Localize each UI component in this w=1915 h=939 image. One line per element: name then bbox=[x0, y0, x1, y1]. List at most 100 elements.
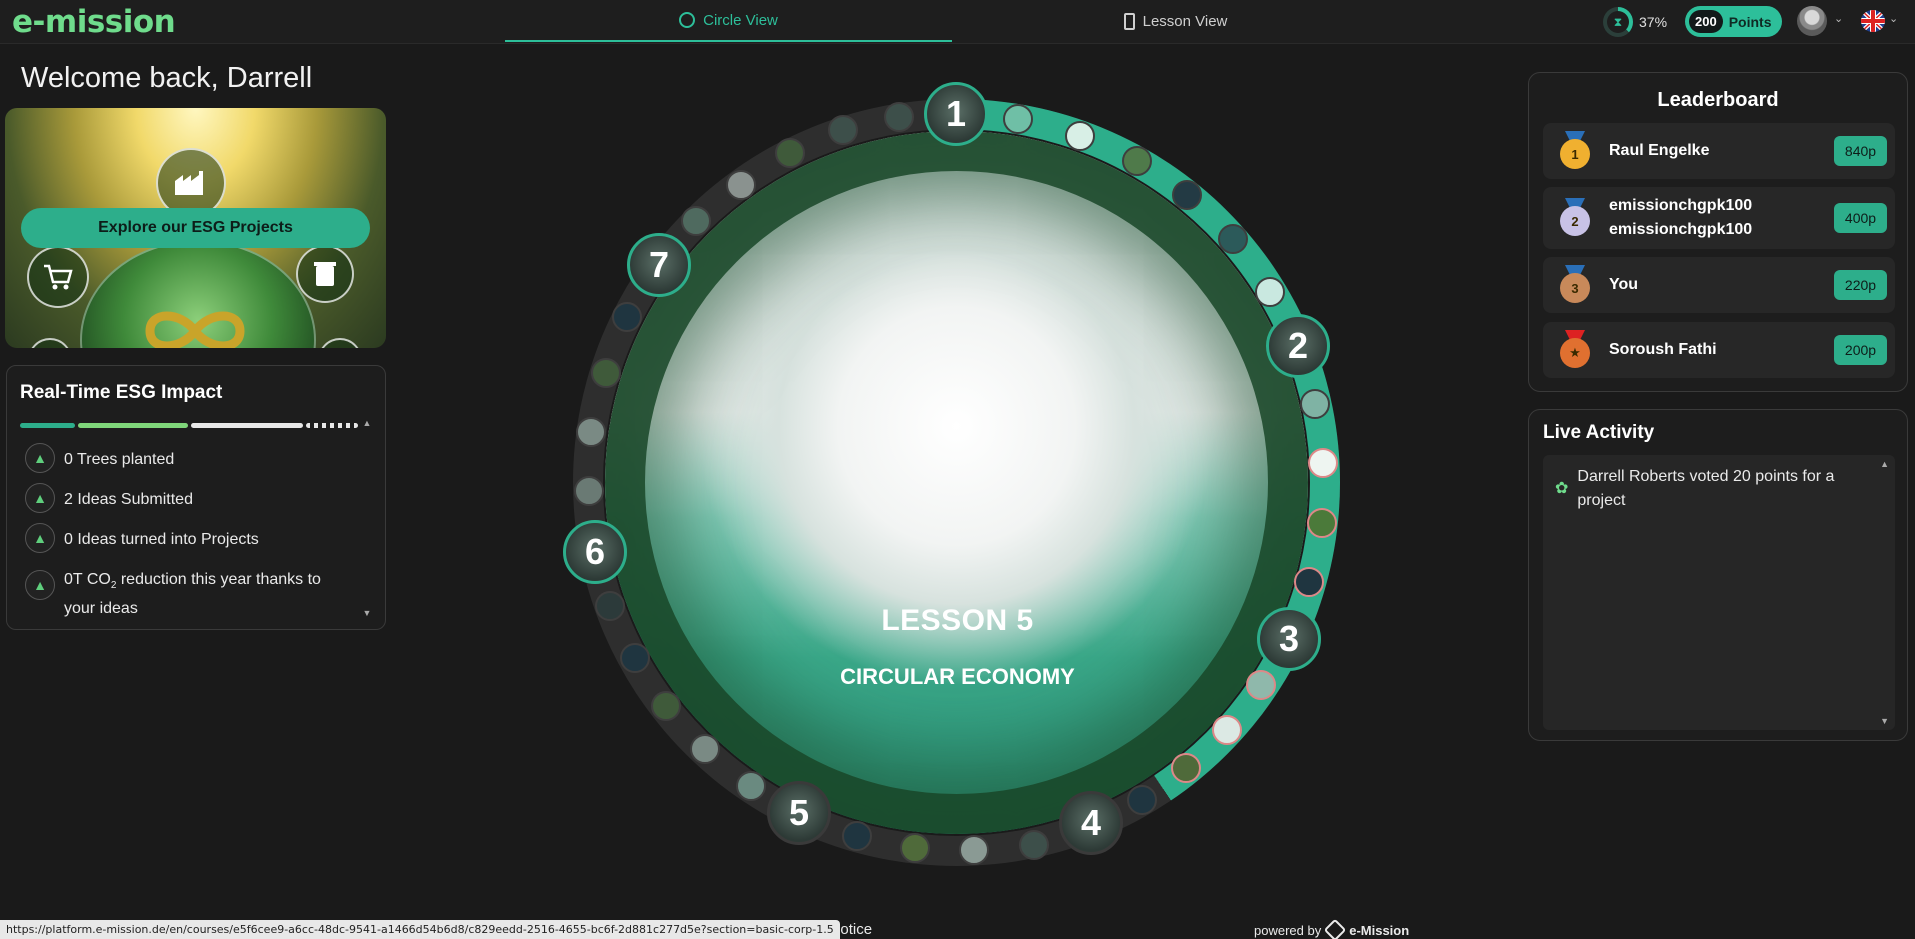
leaderboard-name: Soroush Fathi bbox=[1609, 341, 1717, 358]
impact-title: Real-Time ESG Impact bbox=[20, 382, 223, 403]
lesson-node-2[interactable]: 2 bbox=[1266, 314, 1330, 378]
tab-lesson-view[interactable]: Lesson View bbox=[952, 0, 1399, 42]
lesson-node-5[interactable]: 5 bbox=[767, 781, 831, 845]
section-dot[interactable] bbox=[681, 206, 711, 236]
section-dot[interactable] bbox=[959, 835, 989, 865]
leaderboard-points: 220p bbox=[1834, 270, 1887, 300]
section-dot[interactable] bbox=[842, 821, 872, 851]
section-dot[interactable] bbox=[1065, 121, 1095, 151]
section-dot[interactable] bbox=[1003, 104, 1033, 134]
scroll-down-icon[interactable]: ▼ bbox=[1880, 716, 1889, 726]
tab-circle-view[interactable]: Circle View bbox=[505, 0, 952, 42]
list-item: ▲ 0 Ideas turned into Projects bbox=[25, 523, 355, 566]
course-progress: ⧗ 37% bbox=[1603, 7, 1667, 37]
tree-icon: ▲ bbox=[25, 570, 55, 600]
section-dot[interactable] bbox=[900, 833, 930, 863]
points-badge[interactable]: 200 Points bbox=[1685, 6, 1782, 37]
section-dot[interactable] bbox=[595, 591, 625, 621]
section-dot[interactable] bbox=[1308, 448, 1338, 478]
chevron-down-icon[interactable]: ⌄ bbox=[1834, 12, 1843, 25]
section-dot[interactable] bbox=[1255, 277, 1285, 307]
impact-progress-segment bbox=[20, 423, 75, 428]
section-dot[interactable] bbox=[726, 170, 756, 200]
lesson-node-1[interactable]: 1 bbox=[924, 82, 988, 146]
section-dot[interactable] bbox=[736, 771, 766, 801]
section-dot[interactable] bbox=[1294, 567, 1324, 597]
explore-esg-projects-button[interactable]: Explore our ESG Projects bbox=[21, 208, 370, 248]
leaderboard-row: ★ Soroush Fathi 200p bbox=[1543, 322, 1895, 378]
impact-scrollbar[interactable]: ▲ ▼ bbox=[362, 418, 372, 618]
scroll-up-icon[interactable]: ▲ bbox=[362, 418, 372, 428]
silver-medal-icon: 2 bbox=[1560, 198, 1590, 236]
leaderboard-name: You bbox=[1609, 276, 1639, 293]
section-dot[interactable] bbox=[591, 358, 621, 388]
leaderboard-points: 200p bbox=[1834, 335, 1887, 365]
points-value: 200 bbox=[1689, 10, 1723, 33]
infinity-icon bbox=[145, 311, 245, 348]
leaderboard-row: 1 Raul Engelke 840p bbox=[1543, 123, 1895, 179]
section-dot[interactable] bbox=[884, 102, 914, 132]
section-dot[interactable] bbox=[612, 302, 642, 332]
scroll-down-icon[interactable]: ▼ bbox=[362, 608, 372, 618]
powered-by-label: powered by bbox=[1254, 922, 1322, 938]
section-dot[interactable] bbox=[620, 643, 650, 673]
esg-impact-panel: Real-Time ESG Impact ▲ 0 Trees planted ▲… bbox=[6, 365, 386, 630]
welcome-heading: Welcome back, Darrell bbox=[21, 62, 313, 94]
tree-icon: ▲ bbox=[25, 523, 55, 553]
section-dot[interactable] bbox=[576, 417, 606, 447]
lesson-node-6[interactable]: 6 bbox=[563, 520, 627, 584]
impact-progress-segment bbox=[78, 423, 188, 428]
section-dot[interactable] bbox=[1171, 753, 1201, 783]
section-dot[interactable] bbox=[1212, 715, 1242, 745]
list-item: ▲ 0T CO2 reduction this year thanks to y… bbox=[25, 566, 355, 617]
lesson-node-3[interactable]: 3 bbox=[1257, 607, 1321, 671]
section-dot[interactable] bbox=[1218, 224, 1248, 254]
uk-flag-icon[interactable] bbox=[1861, 10, 1885, 32]
tab-circle-view-label: Circle View bbox=[703, 11, 778, 29]
bronze-medal-icon: 3 bbox=[1560, 265, 1590, 303]
language-chevron-icon[interactable]: ⌄ bbox=[1889, 12, 1898, 25]
leaderboard-name: Raul Engelke bbox=[1609, 142, 1710, 159]
live-activity-title: Live Activity bbox=[1543, 422, 1655, 443]
powered-by-brand[interactable]: e-Mission bbox=[1349, 923, 1409, 938]
sprout-icon: ✿ bbox=[1555, 480, 1569, 497]
impact-co2-text: 0T CO2 reduction this year thanks to you… bbox=[64, 566, 355, 620]
section-dot[interactable] bbox=[775, 138, 805, 168]
section-dot[interactable] bbox=[651, 691, 681, 721]
lesson-node-4[interactable]: 4 bbox=[1059, 791, 1123, 855]
logo[interactable]: e-mission bbox=[12, 4, 176, 40]
tree-icon: ▲ bbox=[25, 443, 55, 473]
leaderboard-name: emissionchgpk100 emissionchgpk100 bbox=[1609, 197, 1753, 238]
section-dot[interactable] bbox=[828, 115, 858, 145]
impact-ideas-text: 2 Ideas Submitted bbox=[64, 491, 193, 508]
section-dot[interactable] bbox=[1172, 180, 1202, 210]
section-dot[interactable] bbox=[1127, 785, 1157, 815]
hourglass-icon: ⧗ bbox=[1607, 11, 1629, 33]
co2-prefix: 0T CO bbox=[64, 571, 111, 588]
forest-image[interactable] bbox=[605, 131, 1308, 834]
shopping-cart-icon bbox=[27, 246, 89, 308]
leaderboard-title: Leaderboard bbox=[1657, 89, 1779, 111]
globe-icon bbox=[318, 338, 362, 348]
section-dot[interactable] bbox=[690, 734, 720, 764]
section-dot[interactable] bbox=[1122, 146, 1152, 176]
section-dot[interactable] bbox=[1300, 389, 1330, 419]
leaderboard-points: 400p bbox=[1834, 203, 1887, 233]
impact-trees-text: 0 Trees planted bbox=[64, 451, 175, 468]
section-dot[interactable] bbox=[574, 476, 604, 506]
avatar[interactable] bbox=[1797, 6, 1827, 36]
impact-progress-segment bbox=[306, 423, 358, 428]
leaderboard-panel: Leaderboard 1 Raul Engelke 840p 2 emissi… bbox=[1528, 72, 1908, 392]
section-dot[interactable] bbox=[1246, 670, 1276, 700]
progress-percent: 37% bbox=[1639, 14, 1668, 30]
list-item: ▲ 0 Trees planted bbox=[25, 443, 355, 486]
scroll-up-icon[interactable]: ▲ bbox=[1880, 459, 1889, 469]
section-dot[interactable] bbox=[1019, 830, 1049, 860]
impact-projects-text: 0 Ideas turned into Projects bbox=[64, 531, 259, 548]
live-activity-feed[interactable]: ✿ Darrell Roberts voted 20 points for a … bbox=[1543, 455, 1895, 730]
section-dot[interactable] bbox=[1307, 508, 1337, 538]
recycle-bin-icon bbox=[296, 245, 354, 303]
lesson-node-7[interactable]: 7 bbox=[627, 233, 691, 297]
leaf-icon bbox=[28, 338, 72, 348]
browser-status-url: https://platform.e-mission.de/en/courses… bbox=[0, 920, 840, 939]
